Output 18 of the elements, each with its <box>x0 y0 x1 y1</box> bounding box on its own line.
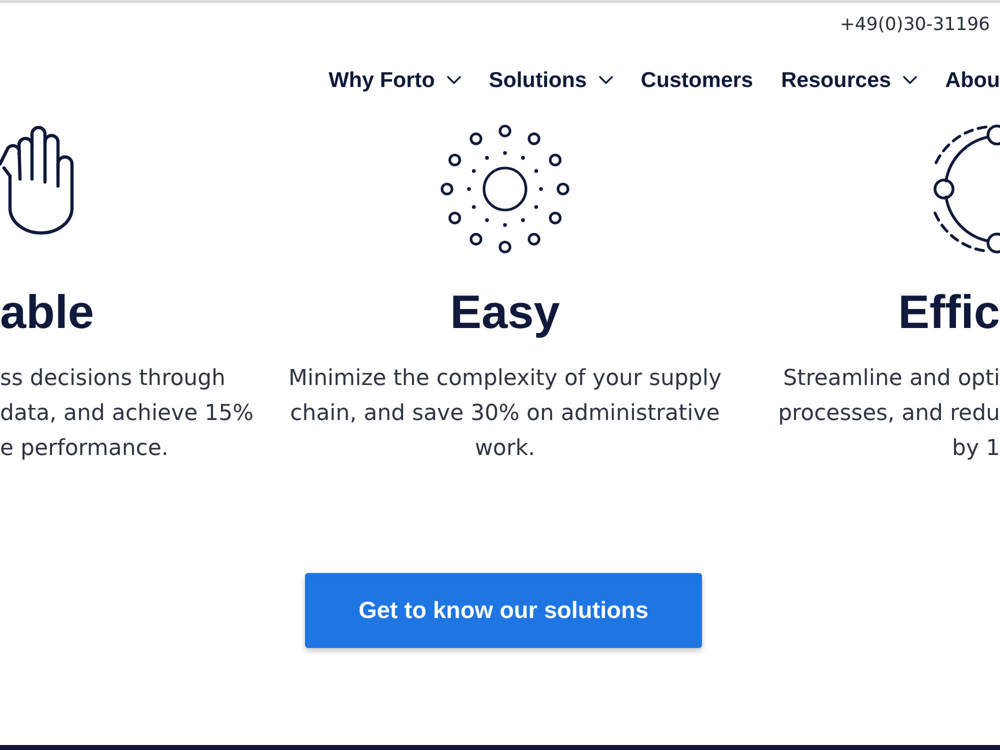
feature-title: Easy <box>450 284 560 340</box>
feature-title: Effic <box>898 284 1000 340</box>
phone-number-link[interactable]: +49(0)30-31196 <box>840 14 990 35</box>
feature-description: Streamline and opti <box>783 365 1000 393</box>
nav-link[interactable]: Solutions <box>488 68 613 92</box>
feature-description: Minimize the complexity of your supply chain, and save 30% on administrative work. <box>288 365 722 463</box>
feature-description: ss decisions through <box>0 365 226 393</box>
nav-link[interactable]: Resources <box>781 68 918 92</box>
feature-description: data, and achieve 15% <box>0 400 254 428</box>
feature-title: able <box>0 284 94 340</box>
get-to-know-solutions-button[interactable]: Get to know our solutions <box>305 573 702 648</box>
feature-description: e performance. <box>0 435 168 463</box>
nav-link[interactable]: Abou <box>945 68 1000 92</box>
nav-link[interactable]: Customers <box>640 68 754 92</box>
hand-icon <box>0 124 75 236</box>
feature-description: processes, and redu <box>778 400 1000 428</box>
feature-description: by 1 <box>952 435 1000 463</box>
nav-link[interactable]: Why Forto <box>328 68 461 92</box>
